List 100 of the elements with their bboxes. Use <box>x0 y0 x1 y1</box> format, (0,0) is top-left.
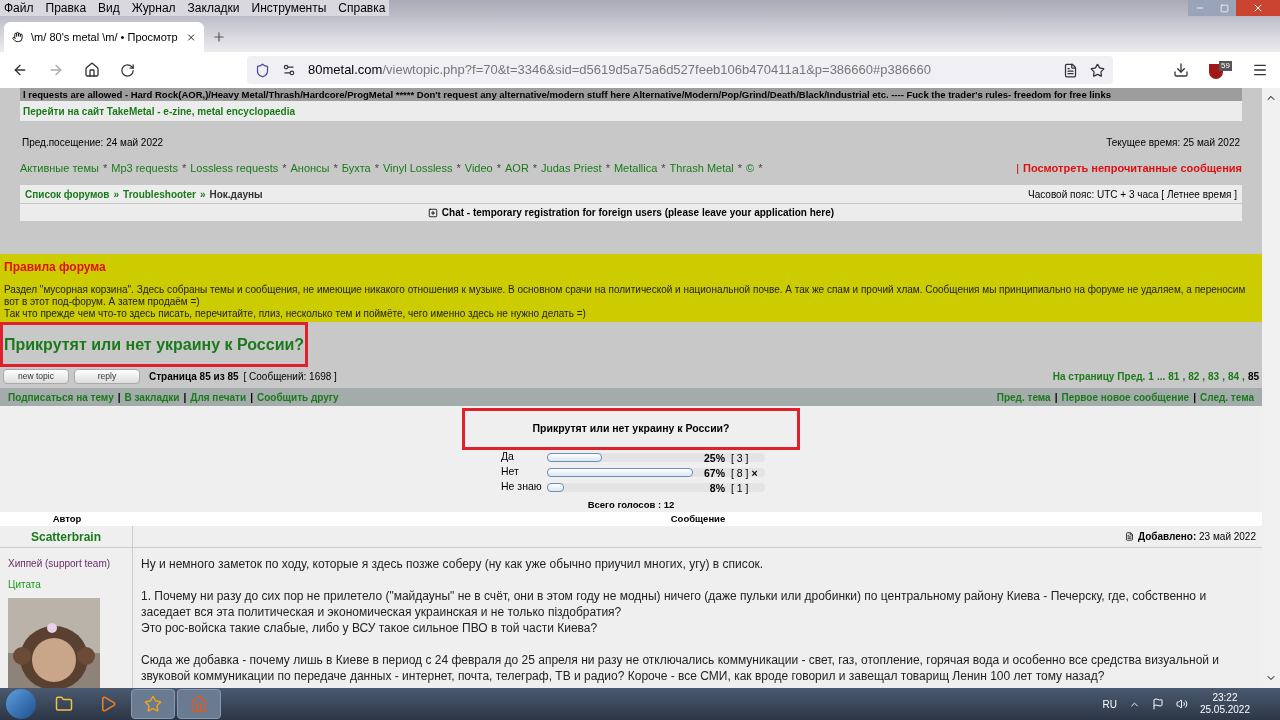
action-link[interactable]: Сообщить другу <box>256 389 339 405</box>
menu-item[interactable]: Правка <box>45 0 87 17</box>
maximize-icon <box>1219 3 1229 13</box>
action-link[interactable]: Пред. тема <box>996 389 1051 405</box>
menu-icon[interactable] <box>1252 62 1268 78</box>
menu-item[interactable]: Вид <box>98 0 120 17</box>
voted-mark: × <box>751 465 758 481</box>
nav-link[interactable]: Анонсы <box>290 159 330 177</box>
menu-item[interactable]: Справка <box>338 0 386 17</box>
last-visit: Пред.посещение: 24 май 2022 <box>22 135 164 150</box>
volume-icon[interactable] <box>1175 698 1188 710</box>
page-separator: , <box>1182 370 1186 385</box>
rules-banner: l requests are allowed - Hard Rock(AOR,)/Heavy Metal/Thrash/Hardcore/ProgMetal ***** Don't request any alternative/modern stuff here Alternative/Modern/Pop/Grind/Death/Black/Industrial etc. ---- Fuck the trader's rules- freedom for free links <box>20 88 1242 101</box>
chat-bar[interactable]: Chat - temporary registration for foreign users (please leave your application here) <box>20 204 1242 221</box>
unread-link[interactable]: Посмотреть непрочитанные сообщения <box>1023 159 1242 177</box>
prev-link[interactable]: Пред. <box>1117 369 1146 385</box>
rules-text: Раздел "мусорная корзина". Здесь собраны темы и сообщения, не имеющие никакого отношения к музыке. В основном срачи на политической и национальной почве. А так же спам и прочий хлам. Сообщения мы принципиально на форуме не удаляем, а переносим вот в этот под-форум. А затем продаём =) <box>4 284 1247 309</box>
nav-link[interactable]: Judas Priest <box>541 159 602 177</box>
separator: * <box>102 160 108 176</box>
menu-item[interactable]: Файл <box>4 0 34 17</box>
separator: * <box>333 160 338 176</box>
nav-link[interactable]: Thrash Metal <box>669 159 734 177</box>
menu-item[interactable]: Журнал <box>131 0 176 17</box>
permissions-icon <box>282 63 296 77</box>
poll-votes: [ 8 ] <box>731 465 749 481</box>
quote-link[interactable]: Цитата <box>8 577 124 592</box>
page-link[interactable]: 85 <box>1247 369 1259 385</box>
nav-link[interactable]: AOR <box>505 159 529 177</box>
start-button[interactable] <box>6 689 36 719</box>
reader-view-icon[interactable] <box>1063 62 1078 78</box>
post-author[interactable]: Scatterbrain <box>31 527 101 546</box>
browser-tab[interactable]: \m/ 80's metal \m/ • Просмотр <box>4 22 204 52</box>
nav-link[interactable]: © <box>746 159 755 177</box>
page-info: Страница 85 из 85 <box>149 370 239 385</box>
site-link[interactable]: Перейти на сайт TakeMetal - e-zine, metal encyclopaedia <box>23 103 296 119</box>
action-link[interactable]: Подписаться на тему <box>8 389 114 405</box>
breadcrumb-link[interactable]: Нок.дауны <box>209 186 263 202</box>
menu-item[interactable]: Инструменты <box>251 0 327 17</box>
clock-date[interactable]: 25.05.2022 <box>1199 704 1250 716</box>
new-tab-icon[interactable] <box>212 30 226 44</box>
badge: 59 <box>1219 61 1232 71</box>
post-paragraph: Сюда же добавка - почему лишь в Киеве в период с 24 февраля до 25 апреля ни разу не отключались коммуникации - свет, газ, отопление, горячая вода и особенно все средства визуальной и звуковой коммуникации по передаче данных - интернет, почта, телеграф, ТВ и радио? Короче - все СМИ, как вроде говорил и завещал товарищ Ленин 100 лет тому назад? <box>141 652 1221 684</box>
nav-link[interactable]: Активные темы <box>20 159 99 177</box>
separator: | <box>1054 390 1058 405</box>
separator: * <box>737 160 743 176</box>
page-separator: , <box>1242 370 1245 385</box>
breadcrumb-link[interactable]: Troubleshooter <box>123 186 196 202</box>
action-link[interactable]: Первое новое сообщение <box>1061 389 1190 405</box>
menu-item[interactable]: Закладки <box>187 0 240 17</box>
action-link[interactable]: В закладки <box>124 389 180 405</box>
column-header: Сообщение <box>669 511 727 526</box>
nav-link[interactable]: Vinyl Lossless <box>383 159 453 177</box>
page-link[interactable]: 82 <box>1188 369 1200 385</box>
breadcrumb-separator: » <box>113 187 120 202</box>
nav-link[interactable]: Mp3 requests <box>111 159 178 177</box>
close-icon <box>1252 2 1264 14</box>
timezone: Часовой пояс: UTC + 3 часа [ Летнее время ] <box>1028 187 1237 202</box>
action-link[interactable]: След. тема <box>1199 389 1254 405</box>
address-bar[interactable]: 80metal.com/viewtopic.php?f=70&t=3346&sid=d5619d5a75a6d527feeb106b470411a1&p=386660#p386660 <box>247 56 1113 84</box>
post-paragraph: Ну и немного заметок по ходу, которые я здесь позже соберу (ну как уже обычно приучил многих, угу) в список. <box>141 556 765 572</box>
separator: * <box>282 160 287 176</box>
forum-button[interactable]: reply <box>74 369 140 385</box>
forum-button[interactable]: new topic <box>3 369 69 385</box>
clock-time[interactable]: 23:22 <box>1212 692 1238 704</box>
breadcrumb-link[interactable]: Список форумов <box>25 186 110 202</box>
nav-link[interactable]: Metallica <box>613 159 658 177</box>
bookmark-icon[interactable] <box>1090 62 1105 78</box>
language-indicator[interactable]: RU <box>1102 696 1117 712</box>
separator: * <box>532 160 538 176</box>
poll-percent: 67% <box>703 465 725 481</box>
poll-votes: [ 1 ] <box>731 480 749 496</box>
user-rank: Хиппей (support team) <box>8 557 112 571</box>
pagination-label: На страницу <box>1052 370 1115 385</box>
home-icon[interactable] <box>84 62 100 78</box>
page-link[interactable]: 1 <box>1148 369 1154 385</box>
page-link[interactable]: ... <box>1156 369 1166 385</box>
separator: * <box>496 160 501 176</box>
nav-link[interactable]: Lossless requests <box>190 159 279 177</box>
poll-total: Всего голосов : 12 <box>587 497 675 512</box>
reload-icon[interactable] <box>120 62 135 78</box>
separator: | <box>250 390 253 405</box>
post-icon <box>1124 532 1134 541</box>
page-link[interactable]: 81 <box>1168 369 1180 385</box>
shield-icon <box>255 62 270 78</box>
nav-link[interactable]: Video <box>464 159 493 177</box>
poll-option: Не знаю <box>501 479 547 495</box>
back-icon[interactable] <box>12 62 28 78</box>
separator: | <box>1193 390 1196 405</box>
page-link[interactable]: 83 <box>1208 369 1220 385</box>
posted-date: Добавлено: 23 май 2022 <box>1137 530 1256 544</box>
poll-option: Нет <box>501 464 547 480</box>
topic-title: Прикрутят или нет украину к России? <box>0 322 309 368</box>
flag-icon[interactable] <box>1151 698 1164 710</box>
poll-percent: 25% <box>703 450 725 466</box>
page-link[interactable]: 84 <box>1227 369 1240 385</box>
rules-title: Правила форума <box>4 259 107 277</box>
nav-link[interactable]: Бухта <box>341 159 371 177</box>
download-icon[interactable] <box>1173 62 1190 78</box>
action-link[interactable]: Для печати <box>190 389 247 405</box>
column-header: Автор <box>51 511 83 526</box>
